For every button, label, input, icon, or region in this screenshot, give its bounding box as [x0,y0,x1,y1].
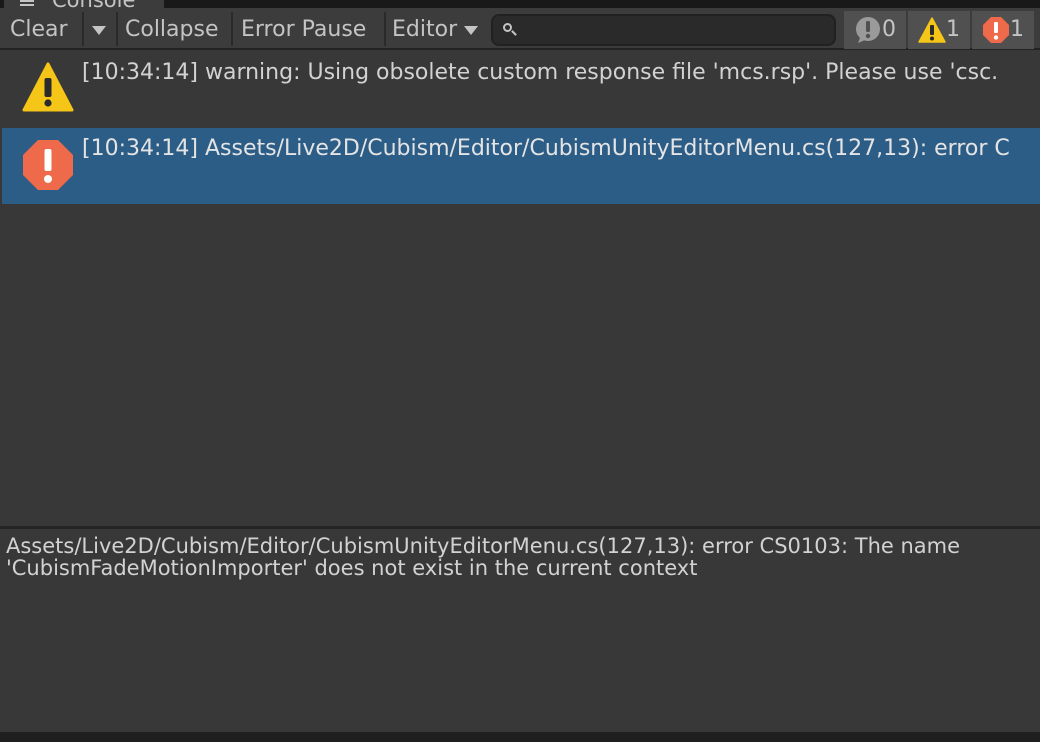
clear-options-dropdown[interactable] [84,11,114,49]
log-entry-warning[interactable]: [10:34:14] warning: Using obsolete custo… [2,52,1040,128]
toggle-errors-button[interactable]: 1 [972,11,1034,49]
error-pause-button[interactable]: Error Pause [233,11,383,49]
tab-console[interactable]: Console [4,0,164,8]
log-count: 0 [882,17,896,42]
bottom-status-bar [0,732,1040,742]
warning-icon [918,17,946,43]
search-icon [503,23,512,32]
search-field[interactable] [491,14,836,46]
info-bubble-icon [856,17,880,43]
error-icon [23,140,73,190]
console-toolbar: Clear Collapse Error Pause Editor 0 1 1 [0,8,1040,50]
error-icon [983,17,1009,43]
search-input[interactable] [523,16,827,46]
log-entry-error[interactable]: [10:34:14] Assets/Live2D/Cubism/Editor/C… [2,128,1040,204]
tab-console-label: Console [52,0,135,8]
log-detail-text: Assets/Live2D/Cubism/Editor/CubismUnityE… [6,534,961,580]
toggle-warnings-button[interactable]: 1 [908,11,970,49]
tab-strip: Console [0,0,1040,8]
console-window: Console Clear Collapse Error Pause Edito… [0,0,1040,742]
chevron-down-icon [92,26,106,35]
log-entry-text: [10:34:14] warning: Using obsolete custo… [82,60,999,85]
collapse-button-label: Collapse [125,17,219,42]
error-count: 1 [1010,17,1024,42]
chevron-down-icon [464,26,478,35]
warning-count: 1 [946,17,960,42]
hamburger-icon[interactable] [20,0,34,6]
editor-target-dropdown[interactable]: Editor [386,11,486,49]
error-pause-button-label: Error Pause [241,17,367,42]
clear-button-label: Clear [10,17,68,42]
clear-button[interactable]: Clear [2,11,82,49]
warning-icon [22,62,74,112]
toggle-log-messages-button[interactable]: 0 [844,11,906,49]
log-detail-panel[interactable]: Assets/Live2D/Cubism/Editor/CubismUnityE… [0,529,1040,732]
editor-target-label: Editor [392,17,458,42]
collapse-button[interactable]: Collapse [118,11,230,49]
log-list[interactable]: [10:34:14] warning: Using obsolete custo… [0,52,1040,526]
log-entry-text: [10:34:14] Assets/Live2D/Cubism/Editor/C… [82,136,1010,161]
